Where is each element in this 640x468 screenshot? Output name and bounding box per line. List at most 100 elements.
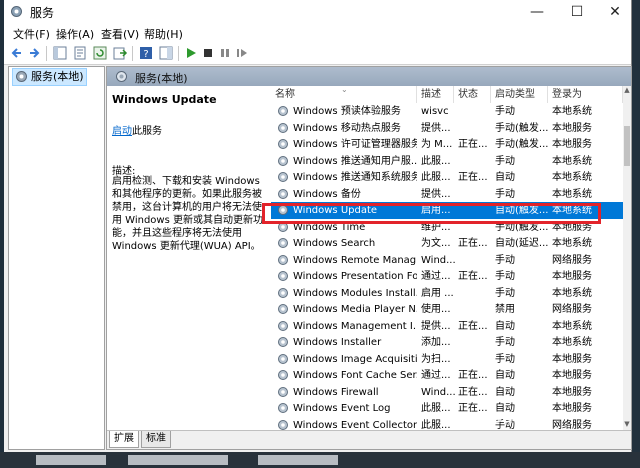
service-row[interactable]: Windows Image Acquisiti... 为扫... 手动 本地服务 — [271, 351, 623, 368]
panel-header: 服务(本地) — [107, 67, 631, 86]
menu-view[interactable]: 查看(V) — [101, 26, 139, 42]
service-gear-icon — [278, 304, 288, 314]
service-row[interactable]: Windows Media Player N... 使用... 禁用 网络服务 — [271, 301, 623, 318]
refresh-icon[interactable] — [92, 45, 108, 61]
view-tabs: 扩展 标准 — [107, 430, 631, 449]
column-label: 名称 — [275, 89, 295, 100]
column-header-status[interactable]: 状态 — [454, 86, 491, 103]
service-startup-type: 手动 — [495, 287, 515, 299]
scroll-up-icon[interactable]: ▲ — [623, 86, 631, 96]
service-row[interactable]: Windows Remote Manag... Wind... 手动 网络服务 — [271, 252, 623, 269]
service-name: Windows Media Player N... — [293, 304, 417, 315]
service-status — [458, 103, 493, 120]
service-row[interactable]: Windows 预读体验服务 wisvc 手动 本地系统 — [271, 103, 623, 120]
title-bar: 服务 — ☐ ✕ — [4, 0, 631, 24]
services-window: 服务 — ☐ ✕ 文件(F) 操作(A) 查看(V) 帮助(H) ? 服务(本地… — [4, 0, 632, 452]
view-pane-icon[interactable] — [158, 45, 174, 61]
menu-file[interactable]: 文件(F) — [13, 26, 50, 42]
column-header-name[interactable]: 名称 ⌄ — [271, 86, 417, 103]
service-logon-as: 本地系统 — [552, 287, 592, 299]
service-status — [458, 417, 493, 431]
service-row[interactable]: Windows 推送通知系统服务 此服... 正在... 自动 本地系统 — [271, 169, 623, 186]
service-gear-icon — [278, 287, 288, 298]
watermark-logo: Bai — [490, 408, 519, 427]
service-logon-as: 网络服务 — [552, 254, 592, 266]
service-row[interactable]: Windows Event Collector 此服... 手动 网络服务 — [271, 417, 623, 431]
service-row[interactable]: Windows 推送通知用户服... 此服... 手动 本地系统 — [271, 153, 623, 170]
service-gear-icon — [278, 271, 288, 281]
start-service-link[interactable]: 启动 — [112, 126, 132, 137]
service-startup-type: 手动 — [495, 188, 515, 200]
service-row[interactable]: Windows 备份 提供... 手动 本地系统 — [271, 186, 623, 203]
service-startup-type: 手动 — [495, 337, 515, 348]
service-row[interactable]: Windows Event Log 此服... 正在... 自动 本地服务 — [271, 400, 623, 417]
tab-standard[interactable]: 标准 — [141, 431, 171, 448]
forward-arrow-icon[interactable] — [26, 45, 42, 61]
service-gear-icon — [278, 419, 288, 430]
service-logon-as: 本地服务 — [552, 403, 592, 414]
service-gear-icon — [278, 337, 288, 347]
service-status — [458, 285, 493, 302]
service-status — [458, 334, 493, 351]
selected-service-name: Windows Update — [112, 93, 217, 106]
tree-item-label: 服务(本地) — [31, 70, 84, 83]
vertical-scrollbar[interactable]: ▲ ▼ — [623, 86, 631, 430]
taskbar-item[interactable] — [128, 455, 228, 465]
taskbar-item[interactable] — [36, 455, 106, 465]
tab-extended[interactable]: 扩展 — [109, 431, 139, 448]
service-logon-as: 本地系统 — [552, 106, 592, 117]
minimize-button[interactable]: — — [520, 0, 554, 24]
column-header-logon-as[interactable]: 登录为 — [548, 86, 623, 103]
gear-icon — [116, 71, 127, 82]
service-startup-type: 手动 — [495, 155, 515, 167]
sort-chevron-icon: ⌄ — [341, 86, 348, 94]
service-description: Wind... — [421, 254, 456, 266]
service-row[interactable]: Windows Search 为文... 正在... 自动(延迟... 本地系统 — [271, 235, 623, 252]
service-action: 启动此服务 — [112, 122, 162, 137]
console-tree-icon[interactable] — [52, 45, 68, 61]
scrollbar-thumb[interactable] — [624, 126, 630, 166]
service-description: 为文... — [421, 238, 451, 249]
service-name: Windows 许可证管理器服务 — [293, 139, 417, 150]
menu-help[interactable]: 帮助(H) — [144, 26, 183, 42]
service-row[interactable]: Windows Management I... 提供... 正在... 自动 本地系统 — [271, 318, 623, 335]
service-logon-as: 本地系统 — [552, 337, 592, 348]
service-row[interactable]: Windows Firewall Wind... 正在... 自动 本地服务 — [271, 384, 623, 401]
service-name: Windows Font Cache Ser... — [293, 370, 417, 381]
service-description: 为 M... — [421, 139, 453, 150]
help-icon[interactable]: ? — [138, 45, 154, 61]
properties-sheet-icon[interactable] — [72, 45, 88, 61]
pause-service-icon[interactable] — [217, 45, 233, 61]
service-row[interactable]: Windows 许可证管理器服务为 M... 正在... 手动(触发... 本地服务 — [271, 136, 623, 153]
close-button[interactable]: ✕ — [598, 0, 632, 24]
service-row[interactable]: Windows 移动热点服务 提供... 手动(触发... 本地服务 — [271, 120, 623, 137]
back-arrow-icon[interactable] — [9, 45, 25, 61]
service-row[interactable]: Windows Modules Install... 启用 ... 手动 本地系统 — [271, 285, 623, 302]
column-header-startup-type[interactable]: 启动类型 — [491, 86, 548, 103]
restart-service-icon[interactable] — [234, 45, 250, 61]
menu-action[interactable]: 操作(A) — [56, 26, 94, 42]
service-status — [458, 252, 493, 269]
service-gear-icon — [278, 139, 288, 149]
column-header-description[interactable]: 描述 — [417, 86, 454, 103]
description-pane: Windows Update 启动此服务 描述: 启用检测、下载和安装 Wind… — [107, 86, 267, 430]
service-name: Windows 预读体验服务 — [293, 106, 401, 117]
start-service-icon[interactable] — [183, 45, 199, 61]
service-description: 此服... — [421, 172, 451, 183]
stop-service-icon[interactable] — [200, 45, 216, 61]
service-row[interactable]: Windows Installer 添加... 手动 本地系统 — [271, 334, 623, 351]
maximize-button[interactable]: ☐ — [560, 0, 594, 24]
service-row[interactable]: Windows Presentation Fo... 通过... 正在... 手动 本地… — [271, 268, 623, 285]
panel-title: 服务(本地) — [135, 72, 188, 85]
scroll-down-icon[interactable]: ▼ — [623, 420, 631, 430]
service-gear-icon — [278, 370, 288, 380]
service-gear-icon — [278, 122, 288, 133]
export-list-icon[interactable] — [112, 45, 128, 61]
service-startup-type: 手动 — [495, 353, 515, 365]
service-row[interactable]: Windows Font Cache Ser... 通过... 正在... 自动 本地服… — [271, 367, 623, 384]
service-logon-as: 本地系统 — [552, 155, 592, 167]
tree-item-services-local[interactable]: 服务(本地) — [12, 68, 87, 86]
service-status: 正在... — [458, 370, 488, 381]
service-gear-icon — [278, 403, 288, 413]
taskbar-item[interactable] — [258, 455, 338, 465]
